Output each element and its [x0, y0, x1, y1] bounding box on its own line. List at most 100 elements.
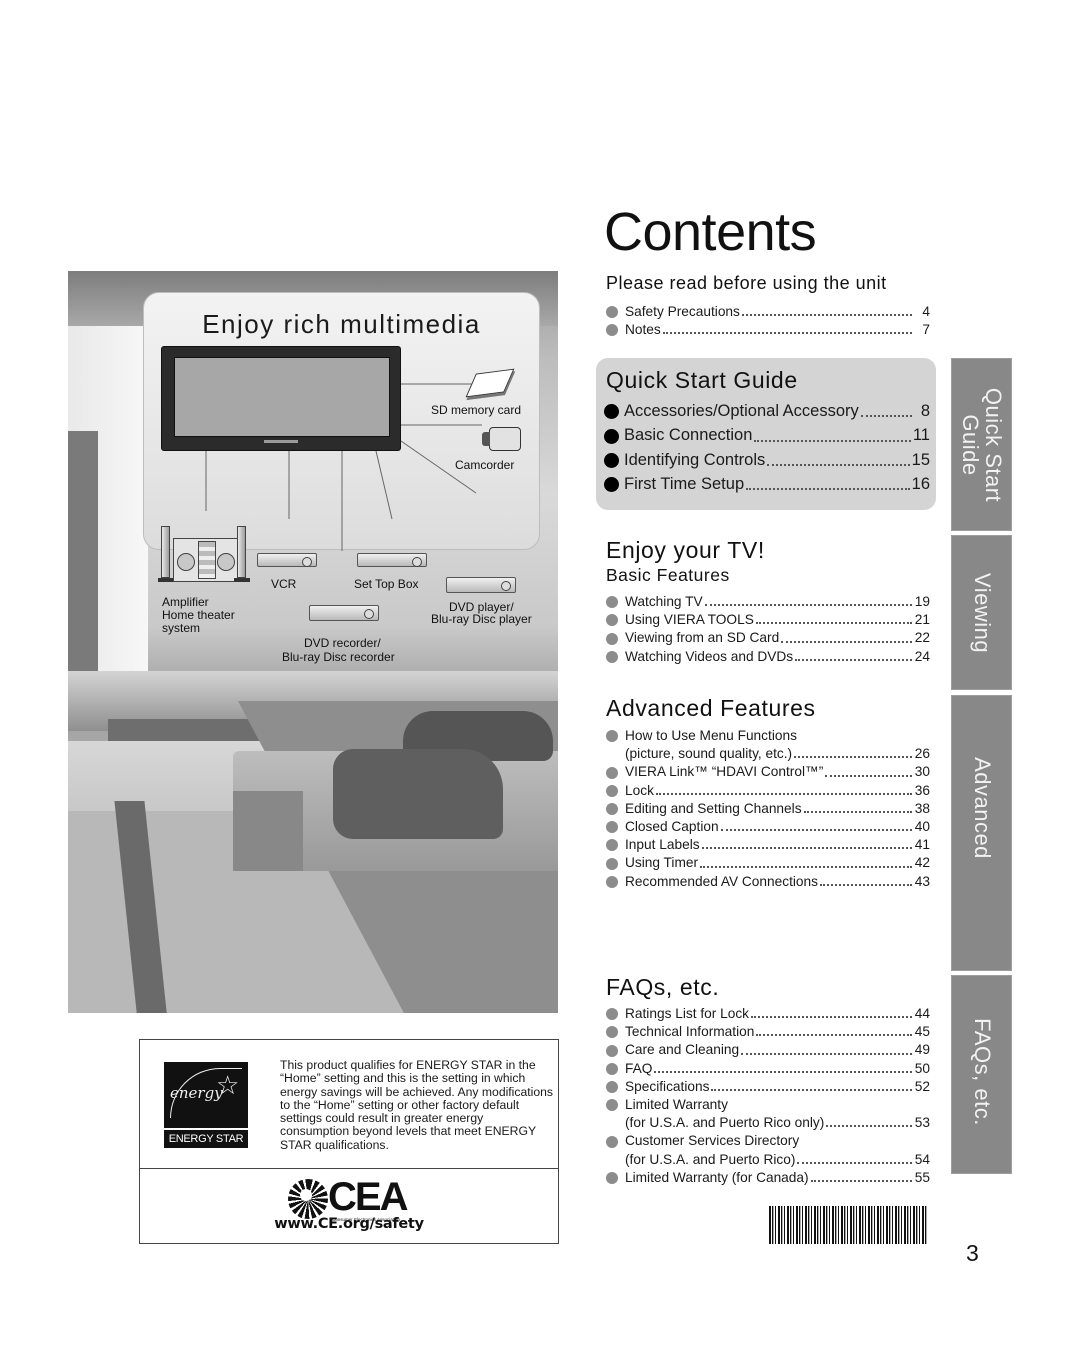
page-ref: 41: [914, 837, 930, 853]
toc-item-menu-functions[interactable]: How to Use Menu Functions: [606, 727, 930, 745]
toc-item-lock[interactable]: Lock 36: [606, 782, 930, 800]
toc-item-identifying-controls[interactable]: Identifying Controls 15: [604, 448, 930, 472]
dot-leader: [825, 774, 912, 777]
please-read-list: Safety Precautions 4 Notes 7: [606, 303, 930, 339]
dot-leader: [741, 314, 912, 317]
toc-item-accessories[interactable]: Accessories/Optional Accessory 8: [604, 399, 930, 423]
dot-leader: [711, 1089, 912, 1092]
toc-item-av-connections[interactable]: Recommended AV Connections 43: [606, 873, 930, 891]
line-stb: [375, 450, 393, 520]
toc-item-sd-card[interactable]: Viewing from an SD Card 22: [606, 629, 930, 647]
toc-item-using-timer[interactable]: Using Timer 42: [606, 854, 930, 872]
toc-item-viera-link[interactable]: VIERA Link™ “HDAVI Control™” 30: [606, 763, 930, 781]
toc-item-customer-services-cont[interactable]: (for U.S.A. and Puerto Rico) 54: [606, 1151, 930, 1169]
toc-item-limited-warranty-canada[interactable]: Limited Warranty (for Canada) 55: [606, 1169, 930, 1187]
bullet-icon: [606, 821, 618, 834]
advanced-list: How to Use Menu Functions (picture, soun…: [606, 727, 930, 891]
tab-viewing-label: Viewing: [969, 572, 995, 653]
bullet-icon: [606, 857, 618, 870]
tab-quick-start-guide[interactable]: Quick Start Guide: [951, 358, 1012, 531]
toc-item-closed-caption[interactable]: Closed Caption 40: [606, 818, 930, 836]
toc-item-first-time-setup[interactable]: First Time Setup 16: [604, 472, 930, 496]
toc-item-notes[interactable]: Notes 7: [606, 321, 930, 339]
toc-item-editing-channels[interactable]: Editing and Setting Channels 38: [606, 800, 930, 818]
tab-advanced-label: Advanced: [969, 757, 995, 859]
page-ref: 42: [914, 855, 930, 871]
advanced-heading: Advanced Features: [606, 695, 816, 721]
bullet-icon: [606, 784, 618, 797]
bullet-icon: [606, 766, 618, 779]
bullet-icon: [606, 596, 618, 609]
bullet-icon: [604, 428, 619, 444]
page-ref: 24: [914, 648, 930, 664]
bullet-icon: [606, 632, 618, 645]
dot-leader: [741, 1052, 912, 1055]
energy-star-notice: energy ☆ ENERGY STAR This product qualif…: [139, 1039, 559, 1244]
page-ref: 4: [922, 304, 930, 319]
page-ref: 22: [914, 630, 930, 646]
dot-leader: [803, 811, 912, 814]
toc-item-faq[interactable]: FAQ 50: [606, 1060, 930, 1078]
toc-item-ratings-list[interactable]: Ratings List for Lock 44: [606, 1005, 930, 1023]
page-ref: 40: [914, 819, 930, 835]
page-ref: 54: [914, 1151, 930, 1167]
toc-item-watching-tv[interactable]: Watching TV 19: [606, 593, 930, 611]
dot-leader: [794, 756, 912, 759]
toc-item-limited-warranty-us-cont[interactable]: (for U.S.A. and Puerto Rico only) 53: [606, 1114, 930, 1132]
vcr-label: VCR: [271, 577, 297, 591]
dot-leader: [781, 640, 912, 643]
set-top-box-icon: [357, 553, 427, 567]
photo-throw-blanket: [333, 749, 503, 839]
page-ref: 43: [914, 873, 930, 889]
cea-safety-link[interactable]: www.CE.org/safety: [140, 1216, 558, 1232]
page-ref: 30: [914, 764, 930, 780]
tab-advanced[interactable]: Advanced: [951, 695, 1012, 971]
dvd-player-label-2: Blu-ray Disc player: [431, 612, 532, 626]
page-ref: 7: [922, 322, 930, 338]
page-ref: 21: [914, 612, 930, 628]
bullet-icon: [606, 803, 618, 816]
energy-star-logo: energy ☆ ENERGY STAR: [164, 1062, 248, 1148]
page-ref: 44: [914, 1006, 930, 1021]
please-read-heading: Please read before using the unit: [606, 273, 887, 293]
toc-item-limited-warranty-us[interactable]: Limited Warranty: [606, 1096, 930, 1114]
dot-leader: [655, 792, 912, 795]
basic-features-list: Watching TV 19 Using VIERA TOOLS 21 View…: [606, 593, 930, 666]
toc-item-videos-dvds[interactable]: Watching Videos and DVDs 24: [606, 648, 930, 666]
divider: [140, 1168, 558, 1169]
toc-item-basic-connection[interactable]: Basic Connection 11: [604, 423, 930, 447]
toc-item-input-labels[interactable]: Input Labels 41: [606, 836, 930, 854]
tab-faqs[interactable]: FAQs, etc.: [951, 975, 1012, 1174]
toc-item-safety-precautions[interactable]: Safety Precautions 4: [606, 303, 930, 321]
bullet-icon: [604, 452, 619, 468]
dot-leader: [795, 658, 912, 661]
toc-item-care-cleaning[interactable]: Care and Cleaning 49: [606, 1041, 930, 1059]
page-ref: 8: [920, 402, 930, 420]
tab-viewing[interactable]: Viewing: [951, 535, 1012, 690]
dvd-player-icon: [446, 577, 516, 593]
toc-item-viera-tools[interactable]: Using VIERA TOOLS 21: [606, 611, 930, 629]
toc-item-menu-functions-cont[interactable]: (picture, sound quality, etc.) 26: [606, 745, 930, 763]
toc-item-customer-services[interactable]: Customer Services Directory: [606, 1132, 930, 1150]
amplifier-label-3: system: [162, 621, 201, 635]
energy-star-text: This product qualifies for ENERGY STAR i…: [280, 1058, 554, 1152]
page-ref: 38: [914, 800, 930, 816]
bullet-icon: [606, 1099, 618, 1112]
bullet-icon: [606, 1062, 618, 1075]
dot-leader: [754, 439, 911, 442]
photo-daybed-side: [233, 791, 303, 871]
bullet-icon: [606, 1044, 618, 1057]
camcorder-label: Camcorder: [455, 458, 515, 472]
tv-logo: [264, 440, 298, 443]
tv-illustration: [161, 346, 401, 451]
basic-features-heading: Basic Features: [606, 565, 730, 585]
page-title: Contents: [604, 202, 817, 262]
dot-leader: [826, 1125, 912, 1128]
bullet-icon: [606, 306, 618, 319]
toc-item-specifications[interactable]: Specifications 52: [606, 1078, 930, 1096]
toc-item-technical-info[interactable]: Technical Information 45: [606, 1023, 930, 1041]
speaker-right-icon: [234, 526, 250, 582]
dot-leader: [860, 415, 912, 418]
page-ref: 52: [914, 1078, 930, 1094]
tv-screen: [174, 357, 390, 437]
